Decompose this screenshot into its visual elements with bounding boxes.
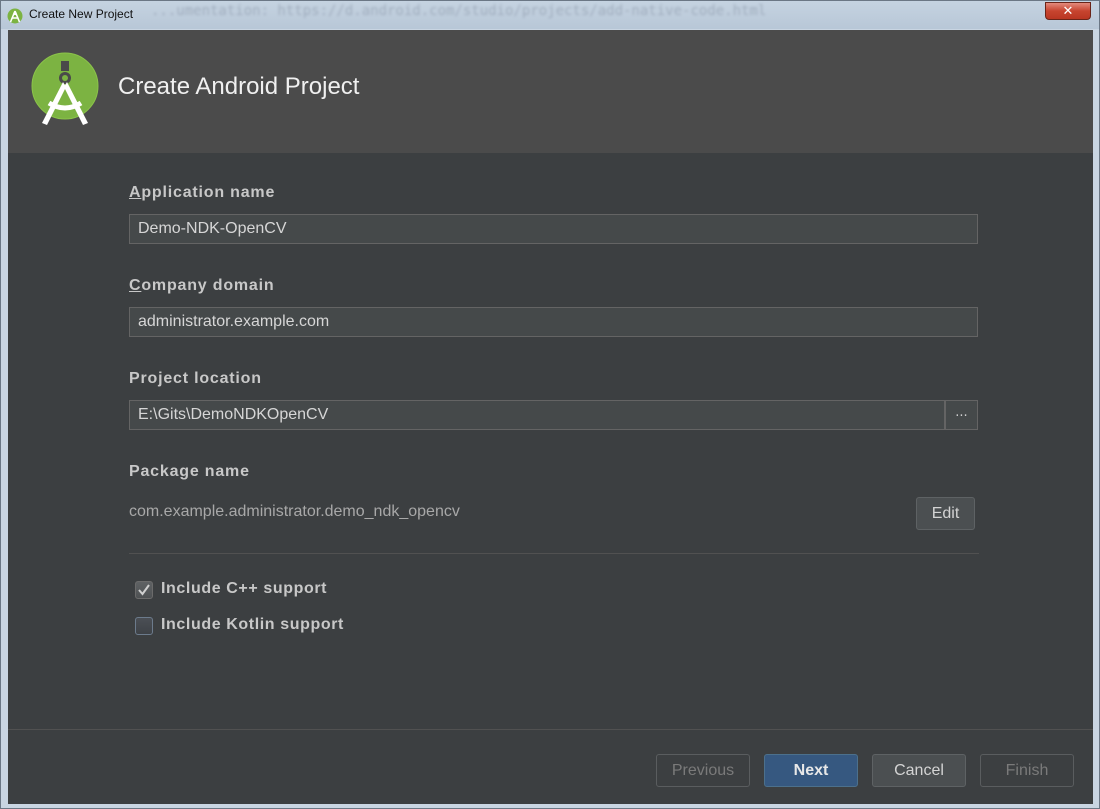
android-studio-icon (31, 52, 99, 125)
company-domain-label-mnemonic: C (129, 277, 142, 294)
next-button[interactable]: Next (764, 754, 858, 787)
footer-divider (8, 729, 1093, 730)
application-name-label-text: pplication name (141, 184, 276, 201)
include-cpp-checkbox[interactable] (135, 581, 153, 599)
window-title: Create New Project (29, 7, 134, 21)
title-bar[interactable]: ...umentation: https://d.android.com/stu… (1, 1, 1099, 29)
edit-package-button[interactable]: Edit (916, 497, 975, 530)
background-window-text: ...umentation: https://d.android.com/stu… (151, 3, 767, 19)
create-new-project-window: ...umentation: https://d.android.com/stu… (0, 0, 1100, 809)
include-cpp-label[interactable]: Include C++ support (161, 580, 327, 598)
include-kotlin-label[interactable]: Include Kotlin support (161, 616, 344, 634)
company-domain-label-text: ompany domain (141, 277, 275, 294)
project-location-label: Project location (129, 370, 262, 387)
header-banner: Create Android Project (8, 30, 1093, 153)
dialog-content: Create Android Project Application name … (8, 30, 1093, 804)
previous-button[interactable]: Previous (656, 754, 750, 787)
project-location-input[interactable]: E:\Gits\DemoNDKOpenCV (129, 400, 945, 430)
finish-button[interactable]: Finish (980, 754, 1074, 787)
application-name-label: Application name (129, 184, 275, 202)
browse-location-button[interactable]: ... (945, 400, 978, 430)
company-domain-label: Company domain (129, 277, 274, 295)
application-name-input[interactable]: Demo-NDK-OpenCV (129, 214, 978, 244)
divider (129, 553, 979, 554)
android-studio-icon (7, 8, 23, 24)
include-kotlin-checkbox[interactable] (135, 617, 153, 635)
company-domain-input[interactable]: administrator.example.com (129, 307, 978, 337)
page-title: Create Android Project (118, 73, 360, 100)
checkmark-icon (138, 584, 150, 596)
application-name-label-mnemonic: A (129, 184, 142, 201)
close-button[interactable]: ✕ (1045, 2, 1091, 20)
package-name-value: com.example.administrator.demo_ndk_openc… (129, 503, 460, 520)
cancel-button[interactable]: Cancel (872, 754, 966, 787)
package-name-label: Package name (129, 463, 250, 480)
